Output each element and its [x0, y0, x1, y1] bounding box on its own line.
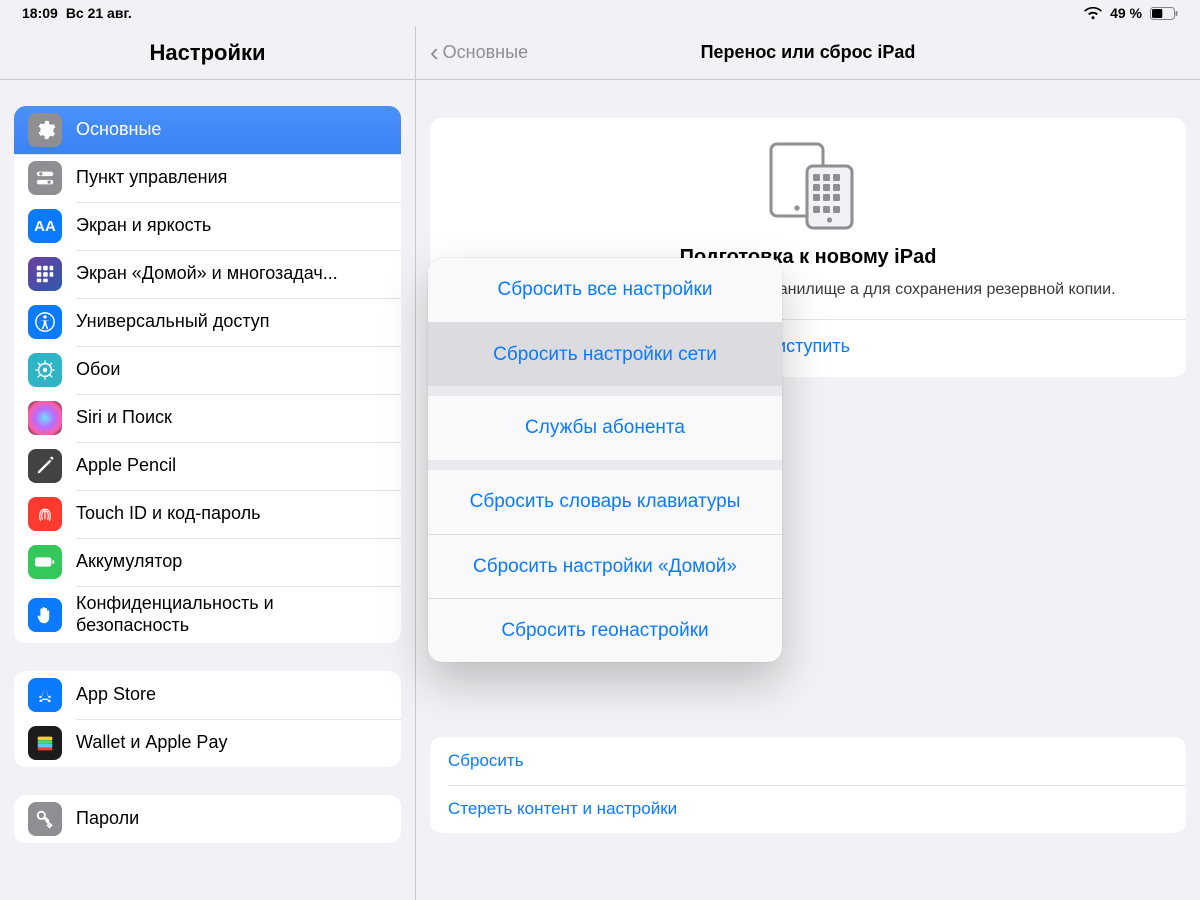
sidebar-item-label: Пункт управления	[76, 167, 387, 189]
popover-option-subscriber[interactable]: Службы абонента	[428, 396, 782, 460]
sidebar-group-1: Основные Пункт управления AA Экран и ярк…	[14, 106, 401, 643]
sidebar-item-wallpaper[interactable]: Обои	[14, 346, 401, 394]
battery-icon	[28, 545, 62, 579]
devices-icon	[430, 118, 1186, 246]
back-button[interactable]: ‹ Основные	[430, 41, 528, 65]
popover-option-reset-home[interactable]: Сбросить настройки «Домой»	[428, 534, 782, 598]
reset-actions-list: Сбросить Стереть контент и настройки	[430, 737, 1186, 833]
sidebar-item-accessibility[interactable]: Универсальный доступ	[14, 298, 401, 346]
wifi-icon	[1084, 7, 1102, 20]
reset-options-popover: Сбросить все настройки Сбросить настройк…	[428, 258, 782, 662]
sidebar-item-siri[interactable]: Siri и Поиск	[14, 394, 401, 442]
pencil-icon	[28, 449, 62, 483]
popover-option-reset-keyboard[interactable]: Сбросить словарь клавиатуры	[428, 470, 782, 534]
battery-icon	[1150, 7, 1178, 20]
accessibility-icon	[28, 305, 62, 339]
sidebar-item-label: Конфиденциальность и безопасность	[76, 593, 387, 636]
sidebar-item-label: App Store	[76, 684, 387, 706]
home-screen-icon	[28, 257, 62, 291]
text-size-icon: AA	[28, 209, 62, 243]
status-battery-text: 49 %	[1110, 5, 1142, 21]
sidebar-item-label: Аккумулятор	[76, 551, 387, 573]
sidebar-item-label: Пароли	[76, 808, 387, 830]
sidebar-item-home-screen[interactable]: Экран «Домой» и многозадач...	[14, 250, 401, 298]
sidebar-item-label: Обои	[76, 359, 387, 381]
reset-button[interactable]: Сбросить	[430, 737, 1186, 785]
sidebar-group-2: App Store Wallet и Apple Pay	[14, 671, 401, 767]
hand-icon	[28, 598, 62, 632]
sidebar-item-general[interactable]: Основные	[14, 106, 401, 154]
sidebar-item-passwords[interactable]: Пароли	[14, 795, 401, 843]
popover-option-reset-network[interactable]: Сбросить настройки сети	[428, 322, 782, 386]
sidebar-item-control-center[interactable]: Пункт управления	[14, 154, 401, 202]
siri-icon	[28, 401, 62, 435]
status-date: Вс 21 авг.	[66, 5, 132, 21]
sidebar-item-label: Touch ID и код-пароль	[76, 503, 387, 525]
wallet-icon	[28, 726, 62, 760]
fingerprint-icon	[28, 497, 62, 531]
sidebar-item-touch-id[interactable]: Touch ID и код-пароль	[14, 490, 401, 538]
sidebar-item-label: Apple Pencil	[76, 455, 387, 477]
status-time: 18:09	[22, 5, 58, 21]
chevron-left-icon: ‹	[430, 39, 439, 65]
back-label: Основные	[443, 42, 528, 63]
sidebar-item-app-store[interactable]: App Store	[14, 671, 401, 719]
sidebar-item-label: Основные	[76, 119, 387, 141]
sidebar-title: Настройки	[0, 26, 415, 80]
sidebar-item-label: Wallet и Apple Pay	[76, 732, 387, 754]
sidebar-item-label: Универсальный доступ	[76, 311, 387, 333]
sidebar-item-label: Экран и яркость	[76, 215, 387, 237]
erase-all-button[interactable]: Стереть контент и настройки	[430, 785, 1186, 833]
sidebar-item-label: Экран «Домой» и многозадач...	[76, 263, 387, 285]
sidebar-group-3: Пароли	[14, 795, 401, 843]
sidebar-item-label: Siri и Поиск	[76, 407, 387, 429]
detail-nav: ‹ Основные Перенос или сброс iPad	[416, 26, 1200, 80]
popover-option-reset-all[interactable]: Сбросить все настройки	[428, 258, 782, 322]
app-store-icon	[28, 678, 62, 712]
settings-sidebar: Настройки Основные Пункт управления AA	[0, 26, 416, 900]
detail-panel: ‹ Основные Перенос или сброс iPad	[416, 26, 1200, 900]
status-bar: 18:09 Вс 21 авг. 49 %	[0, 0, 1200, 26]
sidebar-item-wallet[interactable]: Wallet и Apple Pay	[14, 719, 401, 767]
popover-option-reset-location[interactable]: Сбросить геонастройки	[428, 598, 782, 662]
gear-icon	[28, 113, 62, 147]
sidebar-item-privacy[interactable]: Конфиденциальность и безопасность	[14, 586, 401, 643]
sidebar-item-battery[interactable]: Аккумулятор	[14, 538, 401, 586]
toggles-icon	[28, 161, 62, 195]
wallpaper-icon	[28, 353, 62, 387]
detail-title: Перенос или сброс iPad	[416, 42, 1200, 63]
key-icon	[28, 802, 62, 836]
sidebar-item-apple-pencil[interactable]: Apple Pencil	[14, 442, 401, 490]
sidebar-item-display[interactable]: AA Экран и яркость	[14, 202, 401, 250]
